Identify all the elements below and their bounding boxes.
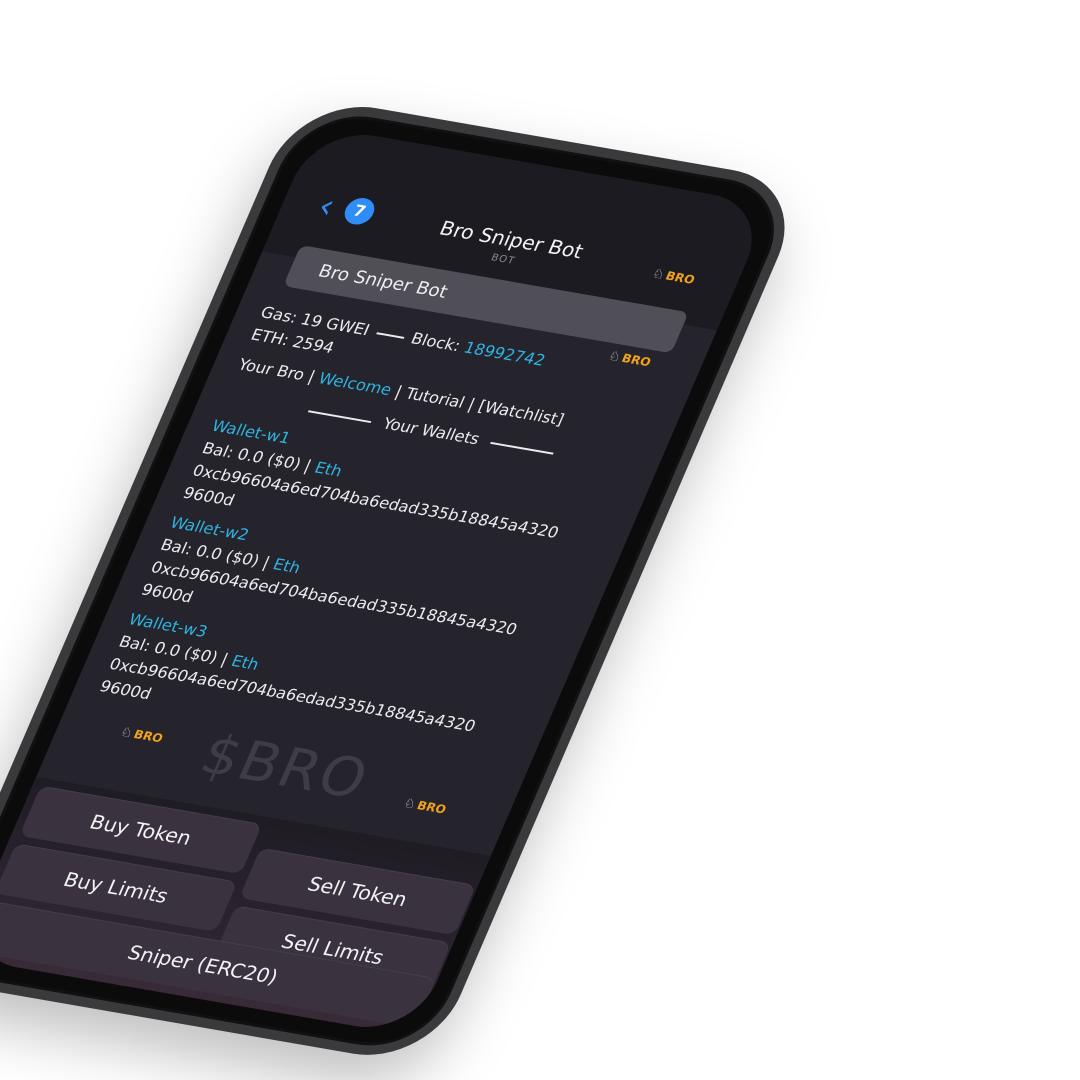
wallet-chain-link[interactable]: Eth	[312, 458, 346, 480]
nav-prefix: Your Bro |	[235, 354, 319, 386]
bro-logo: ♘BRO	[401, 796, 449, 817]
phone-frame: ‹ 7 Bro Sniper Bot BOT ♘BRO Bro Sniper B…	[0, 95, 810, 1067]
divider	[308, 409, 372, 423]
pinned-message-text: Bro Sniper Bot	[315, 260, 451, 303]
bro-logo: ♘BRO	[117, 725, 166, 746]
telegram-screen: ‹ 7 Bro Sniper Bot BOT ♘BRO Bro Sniper B…	[0, 125, 771, 1037]
bot-message: Gas: 19 GWEIBlock: 18992742 ETH: 2594 Yo…	[96, 301, 678, 769]
welcome-link[interactable]: Welcome	[316, 369, 395, 399]
wallets-heading: Your Wallets	[379, 413, 483, 449]
wallet-chain-link[interactable]: Eth	[229, 652, 263, 674]
divider	[375, 331, 405, 339]
block-label: Block:	[408, 328, 464, 355]
divider	[489, 441, 554, 455]
wallet-chain-link[interactable]: Eth	[270, 555, 304, 577]
